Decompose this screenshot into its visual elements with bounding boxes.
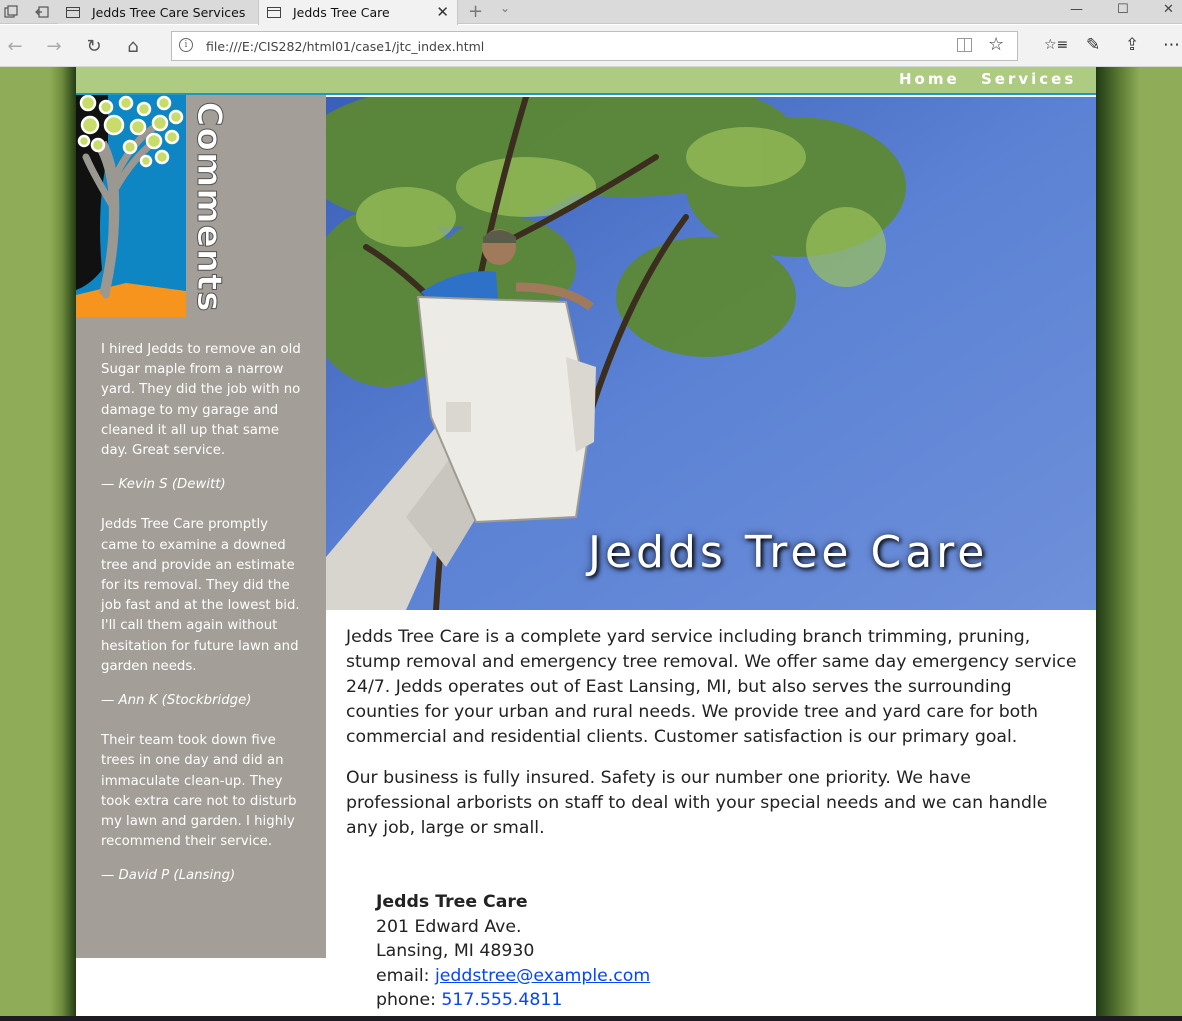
web-notes-icon[interactable]: ✎ (1086, 35, 1100, 55)
testimonial-quote: Jedds Tree Care promptly came to examine… (101, 517, 300, 674)
favorites-hub-icon[interactable]: ☆≡ (1044, 37, 1068, 53)
phone-link[interactable]: 517.555.4811 (441, 990, 562, 1010)
testimonial-quote: I hired Jedds to remove an old Sugar map… (101, 342, 301, 459)
site-nav: Home Services (76, 67, 1096, 95)
address-bar[interactable]: i file:///E:/CIS282/html01/case1/jtc_ind… (171, 31, 1018, 61)
phone-line: phone: 517.555.4811 (376, 988, 650, 1013)
close-tab-icon[interactable]: ✕ (436, 3, 449, 21)
intro-paragraph: Jedds Tree Care is a complete yard servi… (346, 627, 1077, 747)
minimize-icon[interactable]: — (1070, 2, 1083, 17)
phone-label: phone: (376, 990, 436, 1010)
page-viewport: Home Services Comments I hired Jedds to … (0, 67, 1182, 1021)
browser-tab-bar: Jedds Tree Care Services Jedds Tree Care… (0, 0, 1182, 25)
safety-paragraph: Our business is fully insured. Safety is… (346, 768, 1048, 838)
hero-image: Jedds Tree Care (326, 97, 1096, 610)
info-icon[interactable]: i (179, 38, 193, 52)
main-content: Jedds Tree Care is a complete yard servi… (346, 625, 1081, 857)
home-icon[interactable]: ⌂ (122, 35, 144, 57)
forward-icon[interactable]: → (43, 35, 65, 57)
tab-actions-icon[interactable] (2, 3, 20, 21)
browser-toolbar: ← → ↻ ⌂ i file:///E:/CIS282/html01/case1… (0, 25, 1182, 67)
site-container: Home Services Comments I hired Jedds to … (76, 67, 1096, 1021)
testimonial-quote: Their team took down five trees in one d… (101, 733, 297, 850)
testimonial-author: — David P (Lansing) (101, 868, 236, 884)
favorite-star-icon[interactable]: ☆ (988, 34, 1004, 55)
more-icon[interactable]: ⋯ (1163, 35, 1180, 55)
page-icon (66, 6, 80, 18)
testimonial-author: — Kevin S (Dewitt) (101, 477, 226, 493)
window-close-icon[interactable]: ✕ (1163, 2, 1174, 17)
testimonials: I hired Jedds to remove an old Sugar map… (101, 340, 301, 907)
contact-address: Jedds Tree Care 201 Edward Ave. Lansing,… (376, 890, 650, 1013)
tab-preview-chevron-icon[interactable]: ⌄ (500, 1, 510, 15)
page-icon (267, 7, 281, 18)
sidebar-heading: Comments (189, 101, 230, 313)
tab-label: Jedds Tree Care Services (92, 4, 246, 20)
nav-link-services[interactable]: Services (981, 70, 1076, 88)
email-label: email: (376, 965, 430, 986)
city-state-zip: Lansing, MI 48930 (376, 941, 535, 961)
maximize-icon[interactable]: ☐ (1117, 2, 1129, 17)
refresh-icon[interactable]: ↻ (83, 35, 105, 57)
taskbar-edge (0, 1016, 1182, 1021)
tab-jedds-tree-care[interactable]: Jedds Tree Care ✕ (258, 0, 458, 25)
tab-label: Jedds Tree Care (293, 5, 390, 20)
testimonial-author: — Ann K (Stockbridge) (101, 693, 252, 709)
set-aside-tabs-icon[interactable] (33, 3, 51, 21)
reading-view-icon[interactable] (957, 38, 972, 52)
back-icon[interactable]: ← (4, 35, 26, 57)
comments-logo: Comments (76, 94, 326, 317)
nav-link-home[interactable]: Home (899, 70, 960, 88)
tab-jedds-tree-care-services[interactable]: Jedds Tree Care Services (58, 0, 258, 24)
email-line: email: jeddstree@example.com (376, 964, 650, 989)
street-address: 201 Edward Ave. (376, 916, 522, 937)
share-icon[interactable]: ⇪ (1125, 35, 1139, 55)
comments-sidebar: Comments I hired Jedds to remove an old … (76, 94, 326, 958)
address-input[interactable]: file:///E:/CIS282/html01/case1/jtc_index… (206, 39, 484, 54)
email-link[interactable]: jeddstree@example.com (435, 966, 650, 986)
company-name: Jedds Tree Care (376, 892, 528, 912)
new-tab-icon[interactable]: + (468, 1, 483, 22)
hero-title: Jedds Tree Care (588, 527, 989, 578)
